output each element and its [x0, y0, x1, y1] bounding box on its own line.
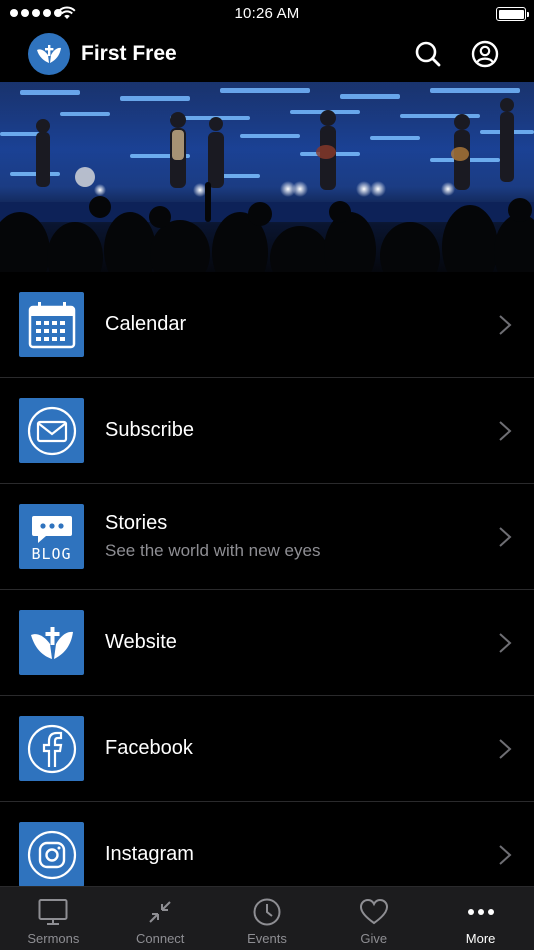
tab-label: Connect [135, 931, 185, 946]
menu-item-text: Facebook [105, 737, 193, 760]
menu-item-label: Facebook [105, 737, 193, 759]
tab-label: More [465, 931, 496, 946]
heart-icon [359, 897, 389, 927]
more-menu-list: Calendar Subscribe BLOG Stories See the … [0, 272, 534, 908]
account-button[interactable] [470, 39, 500, 69]
menu-item-subtitle: See the world with new eyes [105, 541, 321, 560]
blog-icon-text: BLOG [31, 545, 72, 563]
tab-bar: Sermons Connect Events Give More [0, 886, 534, 950]
connect-icon [145, 897, 175, 927]
chevron-right-icon [499, 845, 512, 865]
tab-label: Events [247, 931, 287, 946]
hero-worship-image [0, 82, 534, 272]
tab-events[interactable]: Events [214, 887, 321, 950]
menu-item-text: Subscribe [105, 419, 194, 442]
tab-give[interactable]: Give [320, 887, 427, 950]
app-title: First Free [81, 42, 177, 65]
chevron-right-icon [499, 421, 512, 441]
battery-icon [496, 7, 529, 21]
chevron-right-icon [499, 315, 512, 335]
menu-item-stories[interactable]: BLOG Stories See the world with new eyes [0, 484, 534, 590]
church-logo-icon [28, 33, 70, 75]
chevron-right-icon [499, 739, 512, 759]
church-logo-icon [19, 610, 84, 675]
menu-item-label: Website [105, 631, 177, 653]
blog-icon: BLOG [19, 504, 84, 569]
search-button[interactable] [413, 39, 443, 69]
menu-item-text: Instagram [105, 843, 194, 866]
tab-label: Sermons [27, 931, 80, 946]
chevron-right-icon [499, 527, 512, 547]
tab-sermons[interactable]: Sermons [0, 887, 107, 950]
menu-item-subscribe[interactable]: Subscribe [0, 378, 534, 484]
menu-item-label: Subscribe [105, 419, 194, 441]
menu-item-text: Website [105, 631, 177, 654]
search-icon [415, 41, 441, 67]
tab-connect[interactable]: Connect [107, 887, 214, 950]
menu-item-text: Calendar [105, 313, 186, 336]
tab-more[interactable]: More [427, 887, 534, 950]
more-icon [466, 897, 496, 927]
mail-icon [19, 398, 84, 463]
calendar-icon [19, 292, 84, 357]
menu-item-calendar[interactable]: Calendar [0, 272, 534, 378]
tab-label: Give [360, 931, 388, 946]
account-icon [471, 40, 499, 68]
app-header: First Free [0, 28, 534, 82]
menu-item-facebook[interactable]: Facebook [0, 696, 534, 802]
status-bar: 10:26 AM [0, 0, 534, 28]
menu-item-label: Calendar [105, 313, 187, 335]
menu-item-website[interactable]: Website [0, 590, 534, 696]
facebook-icon [19, 716, 84, 781]
menu-item-text: Stories See the world with new eyes [105, 512, 320, 561]
chevron-right-icon [499, 633, 512, 653]
clock-icon [252, 897, 282, 927]
menu-item-label: Stories [105, 512, 168, 534]
instagram-icon [19, 822, 84, 887]
tv-icon [38, 897, 68, 927]
menu-item-label: Instagram [105, 843, 194, 865]
status-time: 10:26 AM [234, 5, 300, 22]
